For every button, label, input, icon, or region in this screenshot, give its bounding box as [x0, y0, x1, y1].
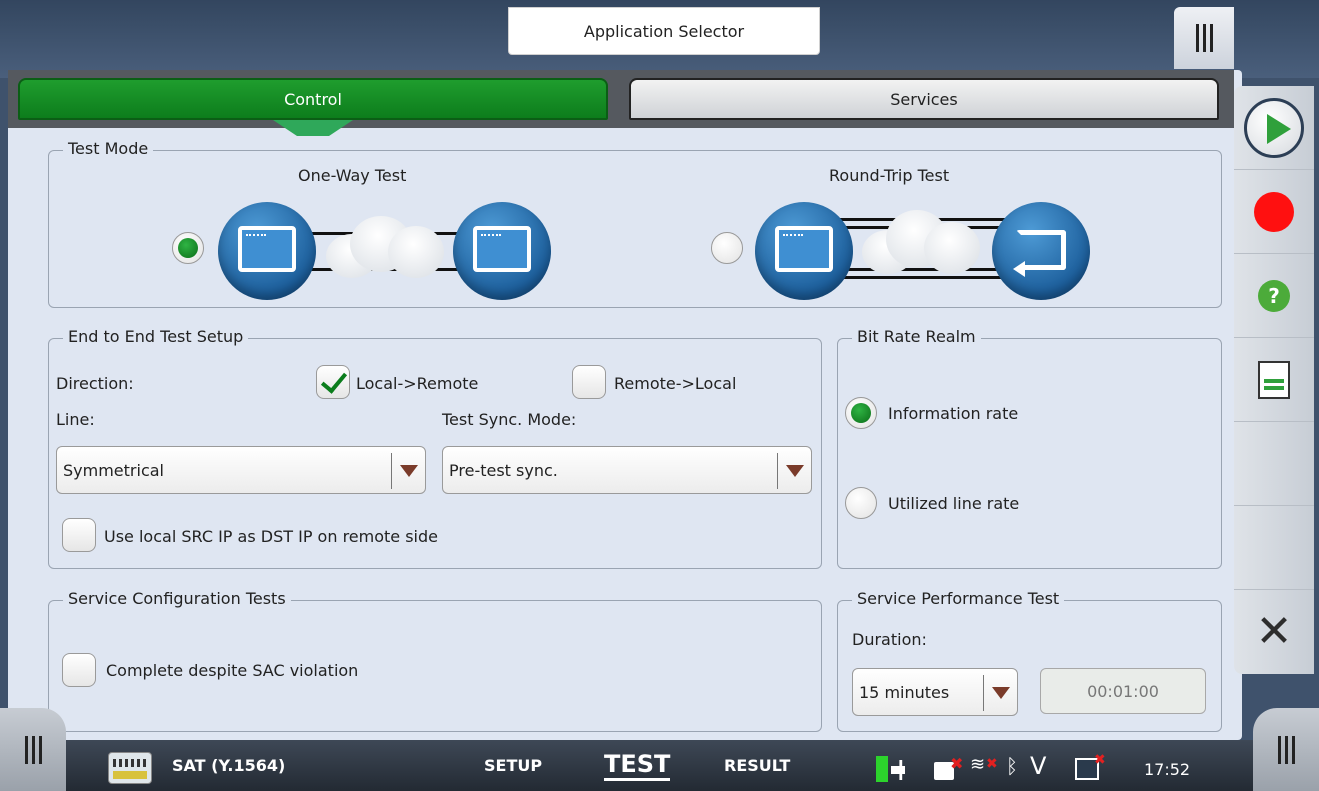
- service-perf-title: Service Performance Test: [852, 589, 1065, 608]
- v-indicator: V: [1030, 752, 1047, 780]
- sync-mode-label: Test Sync. Mode:: [442, 410, 577, 429]
- chevron-down-icon[interactable]: [391, 453, 425, 489]
- start-test-button[interactable]: [1234, 86, 1314, 170]
- grip-icon: [24, 735, 42, 764]
- duration-time-field: 00:01:00: [1040, 668, 1206, 714]
- report-button[interactable]: [1234, 338, 1314, 422]
- sync-mode-select[interactable]: Pre-test sync.: [442, 446, 812, 494]
- clock: 17:52: [1144, 760, 1191, 779]
- help-icon: ?: [1258, 279, 1290, 312]
- direction-label: Direction:: [56, 374, 134, 393]
- duration-select[interactable]: 15 minutes: [852, 668, 1018, 716]
- terminal-error-icon: ✖: [1094, 752, 1106, 768]
- network-cloud-icon: [862, 208, 982, 278]
- local-remote-label: Local->Remote: [356, 374, 479, 393]
- local-remote-checkbox[interactable]: [316, 365, 350, 399]
- test-mode-title: Test Mode: [63, 139, 154, 158]
- application-selector-title[interactable]: Application Selector: [508, 7, 820, 55]
- bit-rate-title: Bit Rate Realm: [852, 327, 981, 346]
- result-nav[interactable]: RESULT: [724, 756, 790, 775]
- line-select-value: Symmetrical: [63, 460, 164, 480]
- chevron-down-icon[interactable]: [983, 675, 1017, 711]
- wifi-icon: ≋: [970, 754, 986, 775]
- remote-local-checkbox[interactable]: [572, 365, 606, 399]
- loopback-unit-icon: [992, 202, 1090, 300]
- line-label: Line:: [56, 410, 95, 429]
- service-config-title: Service Configuration Tests: [63, 589, 291, 608]
- utilized-line-rate-label: Utilized line rate: [888, 494, 1020, 513]
- complete-despite-sac-checkbox[interactable]: [62, 653, 96, 687]
- use-local-ip-checkbox[interactable]: [62, 518, 96, 552]
- top-menu-handle[interactable]: [1174, 7, 1234, 69]
- record-icon: [1254, 191, 1294, 232]
- remote-unit-icon: [453, 202, 551, 300]
- help-button[interactable]: ?: [1234, 254, 1314, 338]
- test-nav[interactable]: TEST: [604, 750, 671, 781]
- application-icon[interactable]: [108, 752, 152, 784]
- tab-control[interactable]: Control: [18, 78, 608, 120]
- record-button[interactable]: [1234, 170, 1314, 254]
- use-local-ip-label: Use local SRC IP as DST IP on remote sid…: [104, 527, 438, 546]
- tab-services[interactable]: Services: [629, 78, 1219, 120]
- report-icon: [1258, 360, 1290, 399]
- complete-despite-sac-label: Complete despite SAC violation: [106, 661, 359, 680]
- app-name: SAT (Y.1564): [172, 756, 286, 775]
- wifi-error-icon: ✖: [986, 756, 998, 772]
- error-x-icon: ✖: [950, 754, 964, 773]
- utilized-line-rate-radio[interactable]: [845, 487, 877, 519]
- local-unit-icon: [218, 202, 316, 300]
- right-menu-handle[interactable]: [1253, 708, 1319, 791]
- end-to-end-title: End to End Test Setup: [63, 327, 249, 346]
- play-icon: [1244, 97, 1304, 158]
- line-select[interactable]: Symmetrical: [56, 446, 426, 494]
- information-rate-radio[interactable]: [845, 397, 877, 429]
- close-button[interactable]: ✕: [1234, 590, 1314, 674]
- chevron-down-icon[interactable]: [777, 453, 811, 489]
- action-sidebar: ? ✕: [1234, 86, 1314, 674]
- round-trip-label: Round-Trip Test: [829, 166, 950, 185]
- network-cloud-icon: [326, 212, 446, 282]
- bit-rate-group: Bit Rate Realm: [837, 327, 1222, 569]
- setup-nav[interactable]: SETUP: [484, 756, 542, 775]
- round-trip-radio[interactable]: [711, 232, 743, 264]
- one-way-radio[interactable]: [172, 232, 204, 264]
- left-menu-handle[interactable]: [0, 708, 66, 791]
- sidebar-empty-slot: [1234, 506, 1314, 590]
- information-rate-label: Information rate: [888, 404, 1019, 423]
- power-plug-icon: [876, 756, 888, 782]
- duration-select-value: 15 minutes: [859, 682, 950, 702]
- remote-local-label: Remote->Local: [614, 374, 737, 393]
- bluetooth-icon: ᛒ: [1006, 754, 1018, 778]
- local-unit-icon: [755, 202, 853, 300]
- sync-mode-select-value: Pre-test sync.: [449, 460, 558, 480]
- close-icon: ✕: [1255, 606, 1293, 657]
- grip-icon: [1277, 735, 1295, 764]
- sidebar-empty-slot: [1234, 422, 1314, 506]
- one-way-label: One-Way Test: [298, 166, 407, 185]
- grip-icon: [1195, 24, 1213, 52]
- duration-label: Duration:: [852, 630, 927, 649]
